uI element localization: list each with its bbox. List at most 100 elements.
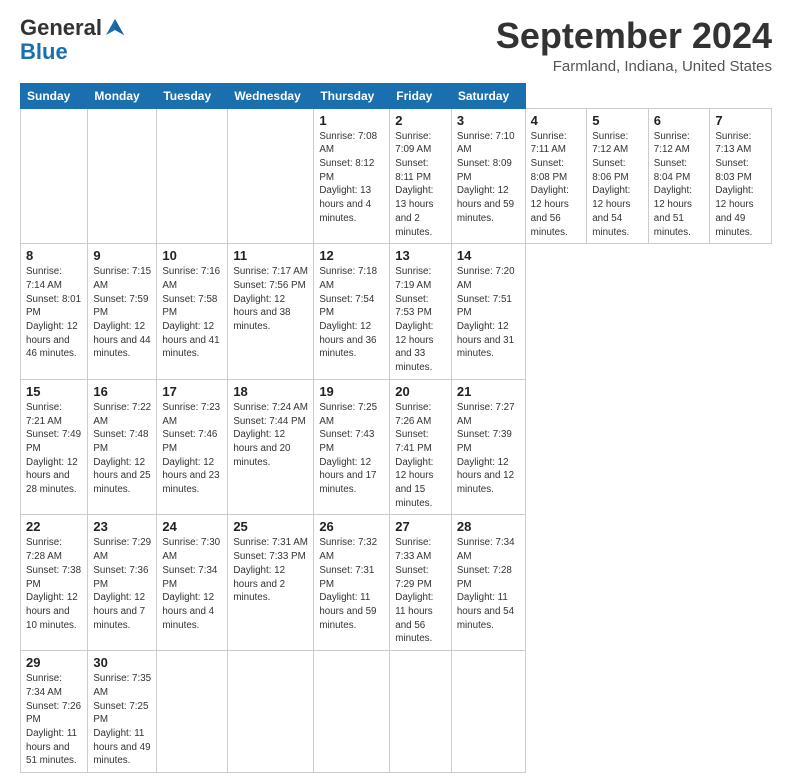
day-number: 26 <box>319 519 384 534</box>
day-info: Sunrise: 7:33 AMSunset: 7:29 PMDaylight:… <box>395 537 433 644</box>
day-info: Sunrise: 7:30 AMSunset: 7:34 PMDaylight:… <box>162 537 220 630</box>
day-number: 4 <box>531 113 582 128</box>
table-row: 16 Sunrise: 7:22 AMSunset: 7:48 PMDaylig… <box>88 379 157 515</box>
day-number: 6 <box>654 113 705 128</box>
day-info: Sunrise: 7:18 AMSunset: 7:54 PMDaylight:… <box>319 266 377 359</box>
col-saturday: Saturday <box>451 83 525 108</box>
table-row: 5 Sunrise: 7:12 AMSunset: 8:06 PMDayligh… <box>587 108 649 244</box>
day-number: 24 <box>162 519 222 534</box>
day-number: 5 <box>592 113 643 128</box>
day-number: 20 <box>395 384 446 399</box>
table-row: 24 Sunrise: 7:30 AMSunset: 7:34 PMDaylig… <box>157 515 228 651</box>
table-row: 4 Sunrise: 7:11 AMSunset: 8:08 PMDayligh… <box>525 108 587 244</box>
day-info: Sunrise: 7:09 AMSunset: 8:11 PMDaylight:… <box>395 131 433 238</box>
col-friday: Friday <box>390 83 452 108</box>
col-monday: Monday <box>88 83 157 108</box>
day-number: 21 <box>457 384 520 399</box>
day-info: Sunrise: 7:31 AMSunset: 7:33 PMDaylight:… <box>233 537 308 603</box>
table-row: 8 Sunrise: 7:14 AMSunset: 8:01 PMDayligh… <box>21 244 88 380</box>
day-info: Sunrise: 7:21 AMSunset: 7:49 PMDaylight:… <box>26 402 81 495</box>
day-info: Sunrise: 7:17 AMSunset: 7:56 PMDaylight:… <box>233 266 308 332</box>
day-info: Sunrise: 7:15 AMSunset: 7:59 PMDaylight:… <box>93 266 151 359</box>
day-number: 2 <box>395 113 446 128</box>
day-info: Sunrise: 7:28 AMSunset: 7:38 PMDaylight:… <box>26 537 81 630</box>
table-row: 22 Sunrise: 7:28 AMSunset: 7:38 PMDaylig… <box>21 515 88 651</box>
table-row: 28 Sunrise: 7:34 AMSunset: 7:28 PMDaylig… <box>451 515 525 651</box>
table-row: 6 Sunrise: 7:12 AMSunset: 8:04 PMDayligh… <box>648 108 710 244</box>
day-info: Sunrise: 7:11 AMSunset: 8:08 PMDaylight:… <box>531 131 569 238</box>
table-row: 27 Sunrise: 7:33 AMSunset: 7:29 PMDaylig… <box>390 515 452 651</box>
location: Farmland, Indiana, United States <box>496 58 772 75</box>
day-info: Sunrise: 7:32 AMSunset: 7:31 PMDaylight:… <box>319 537 377 630</box>
logo-general-text: General <box>20 16 102 40</box>
col-wednesday: Wednesday <box>228 83 314 108</box>
day-number: 16 <box>93 384 151 399</box>
day-info: Sunrise: 7:23 AMSunset: 7:46 PMDaylight:… <box>162 402 220 495</box>
day-number: 13 <box>395 248 446 263</box>
table-row: 23 Sunrise: 7:29 AMSunset: 7:36 PMDaylig… <box>88 515 157 651</box>
calendar-table: Sunday Monday Tuesday Wednesday Thursday… <box>20 83 772 773</box>
logo: General Blue <box>20 16 126 64</box>
table-row: 3 Sunrise: 7:10 AMSunset: 8:09 PMDayligh… <box>451 108 525 244</box>
day-number: 29 <box>26 655 82 670</box>
day-number: 18 <box>233 384 308 399</box>
day-number: 9 <box>93 248 151 263</box>
table-row: 7 Sunrise: 7:13 AMSunset: 8:03 PMDayligh… <box>710 108 772 244</box>
day-number: 17 <box>162 384 222 399</box>
table-row: 26 Sunrise: 7:32 AMSunset: 7:31 PMDaylig… <box>314 515 390 651</box>
col-sunday: Sunday <box>21 83 88 108</box>
table-row: 25 Sunrise: 7:31 AMSunset: 7:33 PMDaylig… <box>228 515 314 651</box>
day-number: 11 <box>233 248 308 263</box>
day-info: Sunrise: 7:24 AMSunset: 7:44 PMDaylight:… <box>233 402 308 468</box>
table-row <box>390 651 452 773</box>
logo-blue-text: Blue <box>20 40 68 64</box>
day-number: 7 <box>715 113 766 128</box>
day-number: 22 <box>26 519 82 534</box>
table-row <box>314 651 390 773</box>
table-row: 12 Sunrise: 7:18 AMSunset: 7:54 PMDaylig… <box>314 244 390 380</box>
table-row <box>228 651 314 773</box>
table-row: 19 Sunrise: 7:25 AMSunset: 7:43 PMDaylig… <box>314 379 390 515</box>
day-number: 15 <box>26 384 82 399</box>
table-row: 21 Sunrise: 7:27 AMSunset: 7:39 PMDaylig… <box>451 379 525 515</box>
col-tuesday: Tuesday <box>157 83 228 108</box>
table-row <box>157 108 228 244</box>
table-row <box>21 108 88 244</box>
title-block: September 2024 Farmland, Indiana, United… <box>496 16 772 75</box>
day-info: Sunrise: 7:34 AMSunset: 7:28 PMDaylight:… <box>457 537 515 630</box>
table-row <box>228 108 314 244</box>
day-number: 25 <box>233 519 308 534</box>
calendar-week-row: 15 Sunrise: 7:21 AMSunset: 7:49 PMDaylig… <box>21 379 772 515</box>
table-row: 17 Sunrise: 7:23 AMSunset: 7:46 PMDaylig… <box>157 379 228 515</box>
day-info: Sunrise: 7:08 AMSunset: 8:12 PMDaylight:… <box>319 131 377 224</box>
table-row: 13 Sunrise: 7:19 AMSunset: 7:53 PMDaylig… <box>390 244 452 380</box>
logo-bird-icon <box>104 17 126 39</box>
day-number: 23 <box>93 519 151 534</box>
day-number: 28 <box>457 519 520 534</box>
day-info: Sunrise: 7:25 AMSunset: 7:43 PMDaylight:… <box>319 402 377 495</box>
day-number: 19 <box>319 384 384 399</box>
day-number: 10 <box>162 248 222 263</box>
day-info: Sunrise: 7:29 AMSunset: 7:36 PMDaylight:… <box>93 537 151 630</box>
day-number: 12 <box>319 248 384 263</box>
page: General Blue September 2024 Farmland, In… <box>0 0 792 783</box>
day-info: Sunrise: 7:14 AMSunset: 8:01 PMDaylight:… <box>26 266 81 359</box>
day-number: 1 <box>319 113 384 128</box>
table-row: 29 Sunrise: 7:34 AMSunset: 7:26 PMDaylig… <box>21 651 88 773</box>
table-row <box>451 651 525 773</box>
calendar-week-row: 8 Sunrise: 7:14 AMSunset: 8:01 PMDayligh… <box>21 244 772 380</box>
calendar-week-row: 1 Sunrise: 7:08 AMSunset: 8:12 PMDayligh… <box>21 108 772 244</box>
month-title: September 2024 <box>496 16 772 56</box>
day-info: Sunrise: 7:19 AMSunset: 7:53 PMDaylight:… <box>395 266 433 373</box>
day-number: 8 <box>26 248 82 263</box>
calendar-header-row: Sunday Monday Tuesday Wednesday Thursday… <box>21 83 772 108</box>
table-row: 30 Sunrise: 7:35 AMSunset: 7:25 PMDaylig… <box>88 651 157 773</box>
day-info: Sunrise: 7:34 AMSunset: 7:26 PMDaylight:… <box>26 673 81 766</box>
day-number: 3 <box>457 113 520 128</box>
day-info: Sunrise: 7:20 AMSunset: 7:51 PMDaylight:… <box>457 266 515 359</box>
table-row: 20 Sunrise: 7:26 AMSunset: 7:41 PMDaylig… <box>390 379 452 515</box>
day-info: Sunrise: 7:35 AMSunset: 7:25 PMDaylight:… <box>93 673 151 766</box>
calendar-week-row: 29 Sunrise: 7:34 AMSunset: 7:26 PMDaylig… <box>21 651 772 773</box>
calendar-week-row: 22 Sunrise: 7:28 AMSunset: 7:38 PMDaylig… <box>21 515 772 651</box>
day-info: Sunrise: 7:16 AMSunset: 7:58 PMDaylight:… <box>162 266 220 359</box>
